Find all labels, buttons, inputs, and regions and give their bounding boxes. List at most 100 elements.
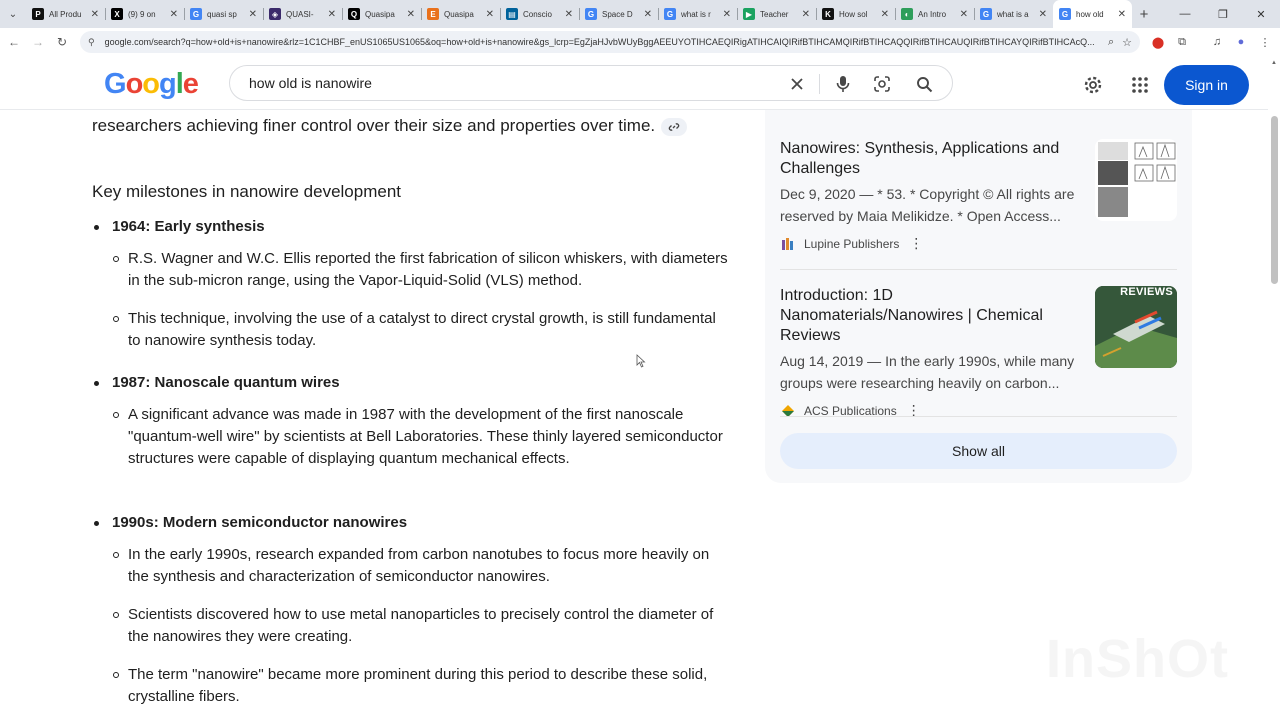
tab-title: what is a xyxy=(997,9,1029,19)
address-bar[interactable]: ⚲ google.com/search?q=how+old+is+nanowir… xyxy=(80,31,1140,53)
tab-close-icon[interactable]: ✕ xyxy=(170,9,178,20)
tab-title: An Intro xyxy=(918,9,947,19)
tab-close-icon[interactable]: ✕ xyxy=(960,9,968,20)
tab-title: how old xyxy=(1076,9,1104,19)
tab-close-icon[interactable]: ✕ xyxy=(881,9,889,20)
tab-title: (9) 9 on xyxy=(128,9,156,19)
back-icon[interactable]: ← xyxy=(2,28,26,56)
browser-tab[interactable]: ▤ Conscio ✕ xyxy=(500,0,579,28)
close-window-icon[interactable]: ✕ xyxy=(1242,0,1280,28)
tab-favicon-icon: Q xyxy=(348,8,360,20)
google-logo[interactable]: Google xyxy=(104,68,199,101)
tab-close-icon[interactable]: ✕ xyxy=(802,9,810,20)
browser-tab-active[interactable]: Ghow old ✕ xyxy=(1053,0,1132,28)
tab-close-icon[interactable]: ✕ xyxy=(328,9,336,20)
mouse-cursor-icon xyxy=(636,354,646,368)
milestone-1987: 1987: Nanoscale quantum wires A signific… xyxy=(92,372,732,470)
logo-letter: l xyxy=(175,68,184,100)
tab-search-icon[interactable]: ⌄ xyxy=(0,0,26,28)
tab-close-icon[interactable]: ✕ xyxy=(249,9,257,20)
source-link-icon[interactable] xyxy=(661,117,688,136)
browser-tab[interactable]: Gquasi sp ✕ xyxy=(184,0,263,28)
settings-gear-icon[interactable] xyxy=(1082,74,1104,96)
logo-letter: o xyxy=(125,68,144,100)
profile-icon[interactable]: ● xyxy=(1229,28,1253,56)
milestone-title: 1964: Early synthesis xyxy=(92,216,732,238)
browser-tab[interactable]: ▶ Teacher ✕ xyxy=(737,0,816,28)
logo-letter: o xyxy=(142,68,160,100)
tab-favicon-icon: G xyxy=(1059,8,1071,20)
tab-title: How sol xyxy=(839,9,868,19)
source-name: Lupine Publishers xyxy=(804,236,900,251)
tab-favicon-icon: G xyxy=(980,8,992,20)
new-tab-button[interactable]: + xyxy=(1132,0,1156,28)
lens-search-icon[interactable] xyxy=(872,74,892,94)
show-all-button[interactable]: Show all xyxy=(780,433,1177,469)
bookmark-star-icon[interactable]: ☆ xyxy=(1122,36,1132,49)
tab-close-icon[interactable]: ✕ xyxy=(723,9,731,20)
milestone-point: This technique, involving the use of a c… xyxy=(92,308,732,352)
reload-icon[interactable]: ↻ xyxy=(50,28,74,56)
tab-title: quasi sp xyxy=(207,9,237,19)
more-options-icon[interactable]: ⋮ xyxy=(909,235,923,252)
source-card-title[interactable]: Nanowires: Synthesis, Applications and C… xyxy=(780,139,1080,179)
scrollbar-thumb[interactable] xyxy=(1271,116,1278,284)
zoom-icon[interactable]: ⌕ xyxy=(1108,36,1114,49)
site-info-icon[interactable]: ⚲ xyxy=(88,37,95,48)
search-submit-icon[interactable] xyxy=(914,74,934,94)
tab-close-icon[interactable]: ✕ xyxy=(1039,9,1047,20)
milestone-1964: 1964: Early synthesis R.S. Wagner and W.… xyxy=(92,216,732,352)
tab-favicon-icon: G xyxy=(585,8,597,20)
nanowire-cover-image-icon xyxy=(1095,286,1177,368)
logo-letter: g xyxy=(159,68,177,100)
tab-favicon-icon: P xyxy=(32,8,44,20)
browser-tab[interactable]: K How sol ✕ xyxy=(816,0,895,28)
logo-letter: e xyxy=(182,68,199,100)
tab-close-icon[interactable]: ✕ xyxy=(644,9,652,20)
tab-close-icon[interactable]: ✕ xyxy=(91,9,99,20)
restore-icon[interactable]: ❐ xyxy=(1204,0,1242,28)
browser-tab[interactable]: G Space D ✕ xyxy=(579,0,658,28)
milestone-point: In the early 1990s, research expanded fr… xyxy=(92,544,732,588)
browser-menu-icon[interactable]: ⋮ xyxy=(1253,28,1277,56)
tab-close-icon[interactable]: ✕ xyxy=(565,9,573,20)
source-card-title[interactable]: Introduction: 1D Nanomaterials/Nanowires… xyxy=(780,286,1080,346)
tab-favicon-icon: K xyxy=(822,8,834,20)
tab-title: All Produ xyxy=(49,9,82,19)
browser-tab[interactable]: ◐ An Intro ✕ xyxy=(895,0,974,28)
forward-icon[interactable]: → xyxy=(26,28,50,56)
tab-close-icon[interactable]: ✕ xyxy=(407,9,415,20)
voice-search-icon[interactable] xyxy=(833,74,853,94)
source-thumbnail[interactable]: REVIEWS xyxy=(1095,286,1177,368)
source-thumbnail[interactable] xyxy=(1095,139,1177,221)
scroll-up-icon[interactable]: ▲ xyxy=(1271,60,1277,66)
browser-tab[interactable]: Q Quasipa ✕ xyxy=(342,0,421,28)
media-control-icon[interactable]: ♫ xyxy=(1205,28,1229,56)
browser-tab[interactable]: ◈ QUASI- ✕ xyxy=(263,0,342,28)
search-box xyxy=(229,65,953,101)
extension-stop-icon[interactable]: ⬤ xyxy=(1146,28,1170,56)
sign-in-button[interactable]: Sign in xyxy=(1164,65,1249,105)
sources-panel: Nanowires: Synthesis, Applications and C… xyxy=(765,110,1192,483)
browser-tab-strip: ⌄ P All Produ ✕ X (9) 9 on ✕ Gquasi sp ✕ ◈ QUASI-… xyxy=(0,0,1280,28)
tab-list: P All Produ ✕ X (9) 9 on ✕ Gquasi sp ✕ ◈ QUASI- ✕ Q… xyxy=(26,0,1132,28)
browser-tab[interactable]: P All Produ ✕ xyxy=(26,0,105,28)
clear-search-icon[interactable] xyxy=(787,74,807,94)
tab-favicon-icon: ◈ xyxy=(269,8,281,20)
extensions-puzzle-icon[interactable]: ⧉ xyxy=(1170,28,1194,56)
source-attribution: Lupine Publishers ⋮ xyxy=(780,235,1177,252)
google-apps-icon[interactable] xyxy=(1129,74,1151,96)
browser-tab[interactable]: X (9) 9 on ✕ xyxy=(105,0,184,28)
browser-tab[interactable]: Gwhat is a ✕ xyxy=(974,0,1053,28)
browser-tab[interactable]: E Quasipa ✕ xyxy=(421,0,500,28)
tab-close-icon[interactable]: ✕ xyxy=(486,9,494,20)
search-input[interactable] xyxy=(249,75,769,91)
thumbnail-label: REVIEWS xyxy=(1120,286,1173,298)
tab-close-icon[interactable]: ✕ xyxy=(1118,9,1126,20)
milestone-title: 1990s: Modern semiconductor nanowires xyxy=(92,512,732,534)
page-scrollbar[interactable]: ▲ xyxy=(1268,56,1280,720)
logo-letter: G xyxy=(104,68,127,100)
tab-favicon-icon: E xyxy=(427,8,439,20)
minimize-icon[interactable]: — xyxy=(1166,0,1204,28)
browser-tab[interactable]: Gwhat is r ✕ xyxy=(658,0,737,28)
